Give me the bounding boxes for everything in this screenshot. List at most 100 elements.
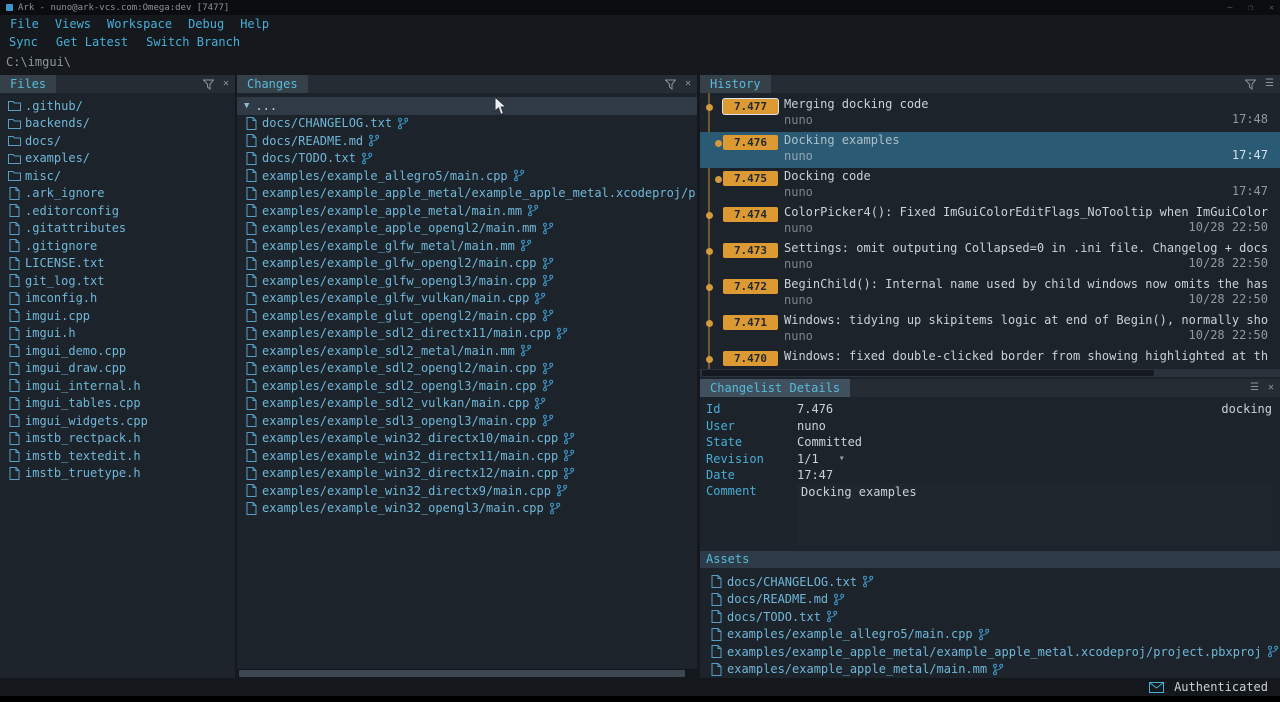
- changed-file-row[interactable]: examples/example_sdl2_directx11/main.cpp: [237, 325, 697, 343]
- changed-file-row[interactable]: examples/example_apple_metal/main.mm: [237, 202, 697, 220]
- history-row[interactable]: 7.471 Windows: tidying up skipitems logi…: [700, 312, 1280, 348]
- file-tree-item[interactable]: misc/: [0, 167, 235, 185]
- menu-item-help[interactable]: Help: [232, 17, 277, 31]
- files-tab[interactable]: Files: [0, 75, 56, 93]
- changed-file-row[interactable]: docs/README.md: [237, 132, 697, 150]
- history-row[interactable]: 7.474 ColorPicker4(): Fixed ImGuiColorEd…: [700, 204, 1280, 240]
- file-tree-item[interactable]: imgui_tables.cpp: [0, 395, 235, 413]
- menu-icon[interactable]: ☰: [1265, 79, 1274, 89]
- asset-row[interactable]: docs/README.md: [700, 591, 1280, 609]
- changed-file-row[interactable]: examples/example_glfw_opengl2/main.cpp: [237, 255, 697, 273]
- file-tree-item[interactable]: docs/: [0, 132, 235, 150]
- changed-file-row[interactable]: examples/example_win32_directx12/main.cp…: [237, 465, 697, 483]
- asset-row[interactable]: examples/example_allegro5/main.cpp: [700, 626, 1280, 644]
- close-icon[interactable]: ✕: [223, 79, 229, 89]
- file-tree-item[interactable]: imgui_demo.cpp: [0, 342, 235, 360]
- history-horizontal-scrollbar[interactable]: [700, 369, 1280, 377]
- history-row[interactable]: 7.473 Settings: omit outputing Collapsed…: [700, 240, 1280, 276]
- branch-icon: [534, 397, 546, 410]
- changed-file-row[interactable]: examples/example_allegro5/main.cpp: [237, 167, 697, 185]
- changes-horizontal-scrollbar[interactable]: [237, 669, 697, 678]
- file-tree-item[interactable]: imstb_rectpack.h: [0, 430, 235, 448]
- file-icon: [7, 397, 21, 410]
- filter-icon[interactable]: [665, 79, 676, 90]
- changed-file-row[interactable]: examples/example_win32_directx10/main.cp…: [237, 430, 697, 448]
- changed-file-row[interactable]: docs/TODO.txt: [237, 150, 697, 168]
- file-tree-item[interactable]: backends/: [0, 115, 235, 133]
- file-name: imstb_rectpack.h: [25, 431, 141, 445]
- file-tree-item[interactable]: imgui_draw.cpp: [0, 360, 235, 378]
- history-row[interactable]: 7.476 Docking examples nuno 17:47: [700, 132, 1280, 168]
- detail-value[interactable]: 1/1: [797, 452, 819, 466]
- file-tree-item[interactable]: .github/: [0, 97, 235, 115]
- file-tree-item[interactable]: .gitignore: [0, 237, 235, 255]
- file-tree-item[interactable]: .ark_ignore: [0, 185, 235, 203]
- file-tree-item[interactable]: git_log.txt: [0, 272, 235, 290]
- close-icon[interactable]: ✕: [685, 79, 691, 89]
- maximize-button[interactable]: ❐: [1248, 3, 1253, 12]
- history-row[interactable]: 7.477 Merging docking code nuno 17:48: [700, 96, 1280, 132]
- scrollbar-thumb[interactable]: [702, 370, 1154, 376]
- menu-item-file[interactable]: File: [2, 17, 47, 31]
- revision-dropdown-icon[interactable]: ▾: [839, 453, 845, 464]
- changed-file-row[interactable]: examples/example_apple_metal/example_app…: [237, 185, 697, 203]
- collapse-triangle-icon[interactable]: ▼: [244, 101, 249, 111]
- file-path: examples/example_apple_opengl2/main.mm: [262, 221, 537, 235]
- assets-header[interactable]: Assets: [700, 551, 1280, 568]
- changed-file-row[interactable]: examples/example_win32_directx9/main.cpp: [237, 482, 697, 500]
- file-tree-item[interactable]: LICENSE.txt: [0, 255, 235, 273]
- asset-row[interactable]: examples/example_apple_metal/example_app…: [700, 643, 1280, 661]
- changed-file-row[interactable]: examples/example_sdl2_opengl3/main.cpp: [237, 377, 697, 395]
- close-button[interactable]: ✕: [1269, 3, 1274, 12]
- history-row[interactable]: 7.470 Windows: fixed double-clicked bord…: [700, 348, 1280, 369]
- history-row[interactable]: 7.475 Docking code nuno 17:47: [700, 168, 1280, 204]
- changed-file-row[interactable]: examples/example_win32_opengl3/main.cpp: [237, 500, 697, 518]
- close-icon[interactable]: ✕: [1268, 383, 1274, 393]
- toolbar-button-get-latest[interactable]: Get Latest: [47, 35, 137, 49]
- file-tree-item[interactable]: imgui_widgets.cpp: [0, 412, 235, 430]
- changes-expander-row[interactable]: ▼ ...: [237, 97, 697, 115]
- changes-tab[interactable]: Changes: [237, 75, 308, 93]
- changes-list: ▼ ... docs/CHANGELOG.txt docs/README.md …: [237, 93, 697, 669]
- history-row[interactable]: 7.472 BeginChild(): Internal name used b…: [700, 276, 1280, 312]
- changed-file-row[interactable]: examples/example_glut_opengl2/main.cpp: [237, 307, 697, 325]
- toolbar-button-sync[interactable]: Sync: [0, 35, 47, 49]
- file-tree-item[interactable]: .gitattributes: [0, 220, 235, 238]
- file-tree-item[interactable]: imstb_truetype.h: [0, 465, 235, 483]
- file-tree-item[interactable]: .editorconfig: [0, 202, 235, 220]
- changelist-details-tab[interactable]: Changelist Details: [700, 379, 850, 397]
- changed-file-row[interactable]: examples/example_sdl2_metal/main.mm: [237, 342, 697, 360]
- file-tree-item[interactable]: imgui_internal.h: [0, 377, 235, 395]
- filter-icon[interactable]: [1245, 79, 1256, 90]
- changed-file-row[interactable]: examples/example_glfw_vulkan/main.cpp: [237, 290, 697, 308]
- file-tree-item[interactable]: imstb_textedit.h: [0, 447, 235, 465]
- asset-row[interactable]: examples/example_apple_metal/main.mm: [700, 661, 1280, 679]
- changed-file-row[interactable]: examples/example_win32_directx11/main.cp…: [237, 447, 697, 465]
- file-tree-item[interactable]: imconfig.h: [0, 290, 235, 308]
- file-icon: [7, 344, 21, 357]
- toolbar-button-switch-branch[interactable]: Switch Branch: [137, 35, 249, 49]
- changed-file-row[interactable]: examples/example_glfw_metal/main.mm: [237, 237, 697, 255]
- detail-row-date: Date 17:47: [700, 467, 1280, 484]
- commit-title: Windows: tidying up skipitems logic at e…: [784, 313, 1268, 327]
- history-tab[interactable]: History: [700, 75, 771, 93]
- asset-row[interactable]: docs/TODO.txt: [700, 608, 1280, 626]
- menu-item-workspace[interactable]: Workspace: [99, 17, 180, 31]
- changed-file-row[interactable]: examples/example_sdl3_opengl3/main.cpp: [237, 412, 697, 430]
- file-tree-item[interactable]: imgui.cpp: [0, 307, 235, 325]
- changed-file-row[interactable]: examples/example_glfw_opengl3/main.cpp: [237, 272, 697, 290]
- menu-item-views[interactable]: Views: [47, 17, 99, 31]
- changed-file-row[interactable]: examples/example_apple_opengl2/main.mm: [237, 220, 697, 238]
- menu-icon[interactable]: ☰: [1250, 383, 1259, 393]
- file-tree-item[interactable]: imgui.h: [0, 325, 235, 343]
- filter-icon[interactable]: [203, 79, 214, 90]
- changed-file-row[interactable]: examples/example_sdl2_vulkan/main.cpp: [237, 395, 697, 413]
- changed-file-row[interactable]: docs/CHANGELOG.txt: [237, 115, 697, 133]
- changed-file-row[interactable]: examples/example_sdl2_opengl2/main.cpp: [237, 360, 697, 378]
- file-tree-item[interactable]: examples/: [0, 150, 235, 168]
- menu-item-debug[interactable]: Debug: [180, 17, 232, 31]
- minimize-button[interactable]: ─: [1228, 3, 1233, 12]
- detail-value[interactable]: Docking examples: [797, 484, 1272, 546]
- asset-row[interactable]: docs/CHANGELOG.txt: [700, 573, 1280, 591]
- scrollbar-thumb[interactable]: [239, 670, 685, 677]
